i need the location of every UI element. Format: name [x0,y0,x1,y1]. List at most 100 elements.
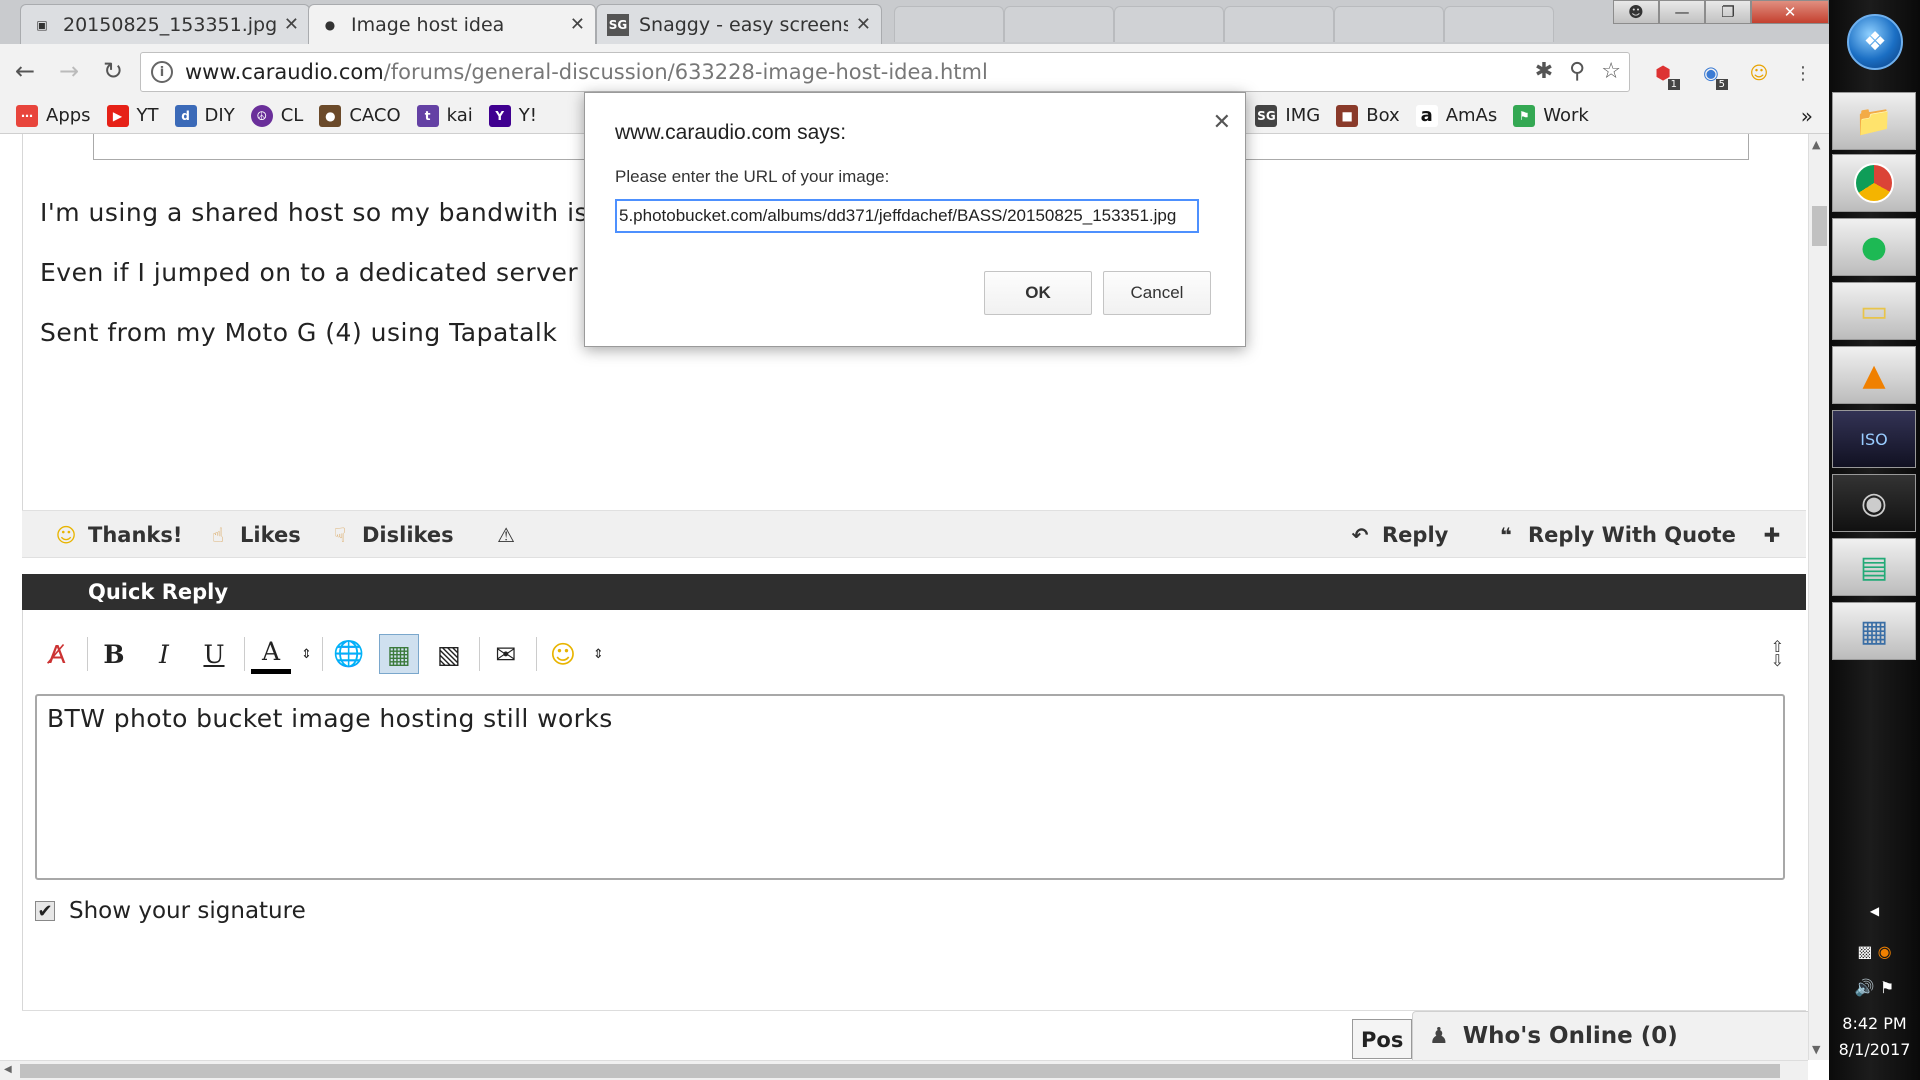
horizontal-scrollbar[interactable]: ◀ [0,1060,1808,1080]
calculator-icon[interactable]: ▦ [1832,602,1916,660]
scroll-thumb[interactable] [1812,206,1827,246]
network-icon[interactable]: ▩ ◉ [1829,942,1920,961]
remove-format-icon[interactable]: A̸ [37,634,77,674]
forward-icon[interactable]: → [50,52,88,90]
back-icon[interactable]: ← [6,52,44,90]
adblock-icon[interactable]: ⬢ 1 [1648,58,1680,90]
file-explorer-icon[interactable]: 📁 [1832,92,1916,150]
scroll-left-icon[interactable]: ◀ [4,1064,12,1075]
scroll-up-icon[interactable]: ▲ [1812,138,1820,151]
quick-reply-textarea[interactable]: BTW photo bucket image hosting still wor… [35,694,1785,880]
tab-collapsed[interactable] [1114,6,1224,42]
show-signature-option[interactable]: ✔ Show your signature [35,898,306,924]
tab-collapsed[interactable] [1224,6,1334,42]
close-tab-icon[interactable]: ✕ [284,14,299,35]
tab-collapsed[interactable] [894,6,1004,42]
volume-icon[interactable]: 🔊 ⚑ [1829,978,1920,997]
spotify-icon[interactable]: ● [1832,218,1916,276]
likes-button[interactable]: ☝ Likes [204,521,301,549]
image-url-input[interactable]: 5.photobucket.com/albums/dd371/jeffdache… [615,199,1199,233]
bookmark-amas[interactable]: a AmAs [1415,104,1497,127]
flag-icon[interactable]: ⚑ [1880,978,1894,997]
bookmark-box[interactable]: ■ Box [1336,104,1400,127]
insert-video-icon[interactable]: ▧ [429,634,469,674]
smilies-icon[interactable]: ☺ [543,634,583,674]
report-button[interactable]: ⚠ [492,521,528,549]
post-quick-reply-button[interactable]: Pos [1352,1019,1412,1059]
bookmark-caco[interactable]: ● CACO [319,104,401,127]
close-icon[interactable]: ✕ [1213,109,1231,135]
bookmark-yahoo[interactable]: Y Y! [488,104,537,127]
sticky-notes-icon[interactable]: ▭ [1832,282,1916,340]
bookmark-diy[interactable]: d DIY [174,104,235,127]
font-color-icon[interactable]: A [251,634,291,674]
bold-icon[interactable]: B [94,634,134,674]
clock-date[interactable]: 8/1/2017 [1829,1040,1920,1059]
tab-photobucket[interactable]: ▣ 20150825_153351.jpg Ph ✕ [20,4,310,44]
extension-icon[interactable]: ◉ 5 [1696,58,1728,90]
resize-editor-icon[interactable]: ⇧ ⇩ [1771,639,1784,669]
emoji-extension-icon[interactable]: ☺ [1744,58,1774,88]
zoom-icon[interactable]: ⚲ [1569,59,1585,84]
signature-checkbox[interactable]: ✔ [35,901,55,922]
address-bar[interactable]: i www.caraudio.com/forums/general-discus… [140,52,1630,92]
insert-link-icon[interactable]: 🌐 [329,634,369,674]
tab-collapsed[interactable] [1444,6,1554,42]
tab-collapsed[interactable] [1004,6,1114,42]
insert-image-icon[interactable]: ▦ [378,634,419,674]
chevron-updown-icon[interactable]: ⇕ [593,647,604,662]
apple-icon[interactable]: ◉ [1832,474,1916,532]
scroll-down-icon[interactable]: ▼ [1812,1043,1820,1056]
maximize-button[interactable]: ❐ [1705,0,1751,24]
bookmark-kai[interactable]: t kai [416,104,473,127]
thanks-button[interactable]: ☺ Thanks! [52,521,183,549]
reload-icon[interactable]: ↻ [94,52,132,90]
bookmark-label: Work [1543,105,1589,126]
bookmark-label: CL [280,105,304,126]
puzzle-icon[interactable]: ✱ [1535,59,1553,84]
scroll-thumb[interactable] [20,1064,1780,1078]
reply-button[interactable]: ↶ Reply [1346,521,1449,549]
chevron-updown-icon[interactable]: ⇕ [301,647,312,662]
tab-collapsed[interactable] [1334,6,1444,42]
info-icon[interactable]: i [151,61,173,83]
minimize-button[interactable]: — [1659,0,1705,24]
task-manager-icon[interactable]: ▤ [1832,538,1916,596]
multi-quote-button[interactable]: ✚ [1758,521,1794,549]
clock-time[interactable]: 8:42 PM [1829,1014,1920,1033]
bookmark-yt[interactable]: ▶ YT [106,104,159,127]
editor-toolbar: A̸ B I U A ⇕ 🌐 ▦ ▧ ✉ ☺ ⇕ [37,634,604,674]
menu-icon[interactable]: ⋮ [1788,58,1818,88]
insert-quote-icon[interactable]: ✉ [486,634,526,674]
tab-image-host-idea[interactable]: ● Image host idea ✕ [308,4,596,44]
bookmark-label: DIY [204,105,235,126]
close-tab-icon[interactable]: ✕ [570,14,585,35]
bookmark-work[interactable]: ⚑ Work [1513,104,1589,127]
underline-icon[interactable]: U [194,634,234,674]
bookmark-cl[interactable]: ☮ CL [250,104,304,127]
chrome-icon[interactable] [1832,154,1916,212]
whos-online-panel[interactable]: ♟ Who's Online (0) [1412,1011,1808,1060]
ok-button[interactable]: OK [984,271,1092,315]
vlc-icon[interactable]: ▲ [1832,346,1916,404]
notification-icon[interactable]: ◉ [1878,942,1892,961]
more-bookmarks-icon[interactable]: » [1801,104,1813,128]
tab-snaggy[interactable]: SG Snaggy - easy screensho ✕ [596,4,882,44]
bookmark-label: YT [136,105,159,126]
reply-with-quote-button[interactable]: ❝ Reply With Quote [1492,521,1736,549]
start-button[interactable]: ❖ [1847,14,1903,70]
italic-icon[interactable]: I [144,634,184,674]
close-window-button[interactable]: ✕ [1751,0,1829,24]
winiso-icon[interactable]: ISO [1832,410,1916,468]
cancel-button[interactable]: Cancel [1103,271,1211,315]
show-hidden-icons-icon[interactable]: ◀ [1829,904,1920,918]
star-icon[interactable]: ☆ [1601,59,1621,84]
bookmark-apps[interactable]: ⋯ Apps [16,104,91,127]
yahoo-icon: Y [488,104,511,127]
vertical-scrollbar[interactable]: ▲ ▼ [1808,134,1829,1060]
user-icon[interactable]: ☻ [1613,0,1659,24]
toolbar-separator [321,637,323,671]
bookmark-img[interactable]: SG IMG [1255,104,1320,127]
close-tab-icon[interactable]: ✕ [856,14,871,35]
dislikes-button[interactable]: ☟ Dislikes [326,521,454,549]
